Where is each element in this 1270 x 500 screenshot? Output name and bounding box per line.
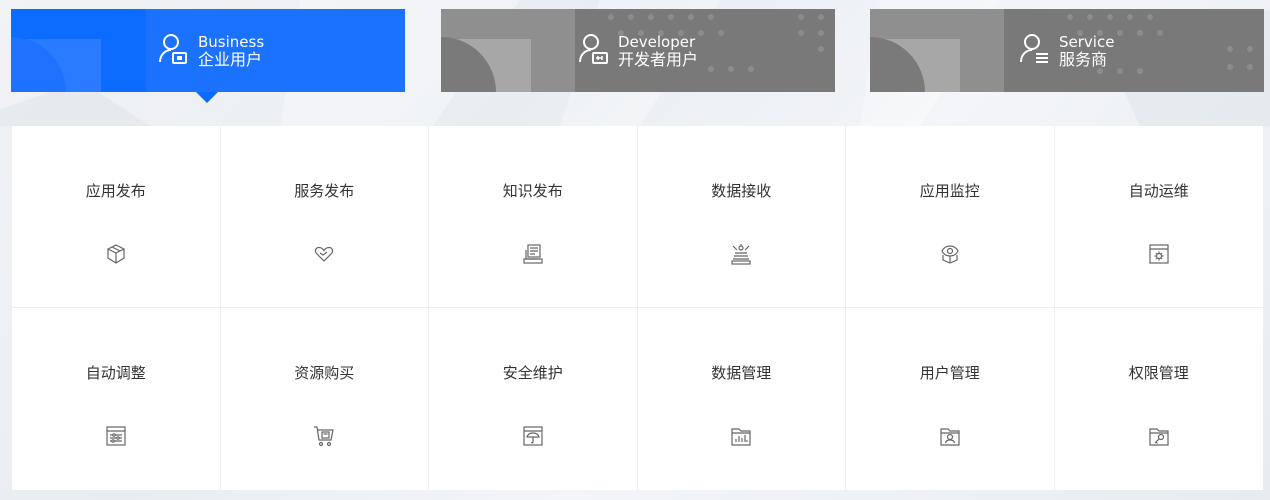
feature-item-data-manage[interactable]: 数据管理 [638,308,846,490]
feature-item-app-monitor[interactable]: 应用监控 [846,126,1055,308]
feature-label: 应用监控 [919,182,980,200]
active-tab-caret [196,92,218,103]
user-folder-icon [938,424,962,448]
tab-zh-label: 服务商 [1059,49,1108,69]
feature-label: 服务发布 [294,182,355,200]
feature-item-security-maintain[interactable]: 安全维护 [429,308,638,490]
feature-item-auto-adjust[interactable]: 自动调整 [12,308,221,490]
shopping-cart-icon [312,424,336,448]
tab-business[interactable]: Business 企业用户 [11,9,405,92]
feature-label: 用户管理 [919,364,980,382]
feature-item-service-publish[interactable]: 服务发布 [220,126,429,308]
feature-item-app-publish[interactable]: 应用发布 [12,126,221,308]
feature-label: 资源购买 [294,364,355,382]
feature-label: 数据管理 [711,364,772,382]
feature-item-data-receive[interactable]: 数据接收 [637,126,846,308]
tab-zh-label: 开发者用户 [618,49,699,69]
tab-en-label: Developer [618,32,696,51]
feature-label: 自动运维 [1128,182,1189,200]
key-folder-icon [1147,424,1171,448]
feature-item-auto-ops[interactable]: 自动运维 [1054,126,1263,308]
tab-service[interactable]: Service 服务商 [870,9,1264,92]
feature-label: 数据接收 [711,182,772,200]
tab-en-label: Service [1059,32,1115,51]
feature-item-knowledge-publish[interactable]: 知识发布 [429,126,638,308]
tab-zh-label: 企业用户 [198,49,263,69]
feature-item-resource-purchase[interactable]: 资源购买 [221,308,429,490]
sliders-window-icon [104,424,128,448]
cube-icon [104,242,128,266]
feature-label: 权限管理 [1128,364,1189,382]
feature-label: 知识发布 [502,182,563,200]
business-user-icon [156,32,190,70]
feature-grid: 应用发布 服务发布 知识发布 数据接收 应用监控 自动运维 自动调整 资源购买 … [12,126,1263,490]
tab-developer[interactable]: Developer 开发者用户 [441,9,835,92]
feature-label: 安全维护 [502,364,563,382]
eye-monitor-icon [938,242,962,266]
heart-hand-icon [312,242,336,266]
feature-label: 自动调整 [85,364,146,382]
umbrella-window-icon [521,424,545,448]
feature-label: 应用发布 [85,182,146,200]
gear-window-icon [1147,242,1171,266]
data-receive-icon [729,242,753,266]
bar-chart-folder-icon [729,424,753,448]
tab-en-label: Business [198,32,265,51]
developer-user-icon [576,32,610,70]
service-provider-icon [1017,32,1051,70]
feature-item-user-manage[interactable]: 用户管理 [846,308,1055,490]
document-stack-icon [521,242,545,266]
feature-item-permission-manage[interactable]: 权限管理 [1055,308,1264,490]
